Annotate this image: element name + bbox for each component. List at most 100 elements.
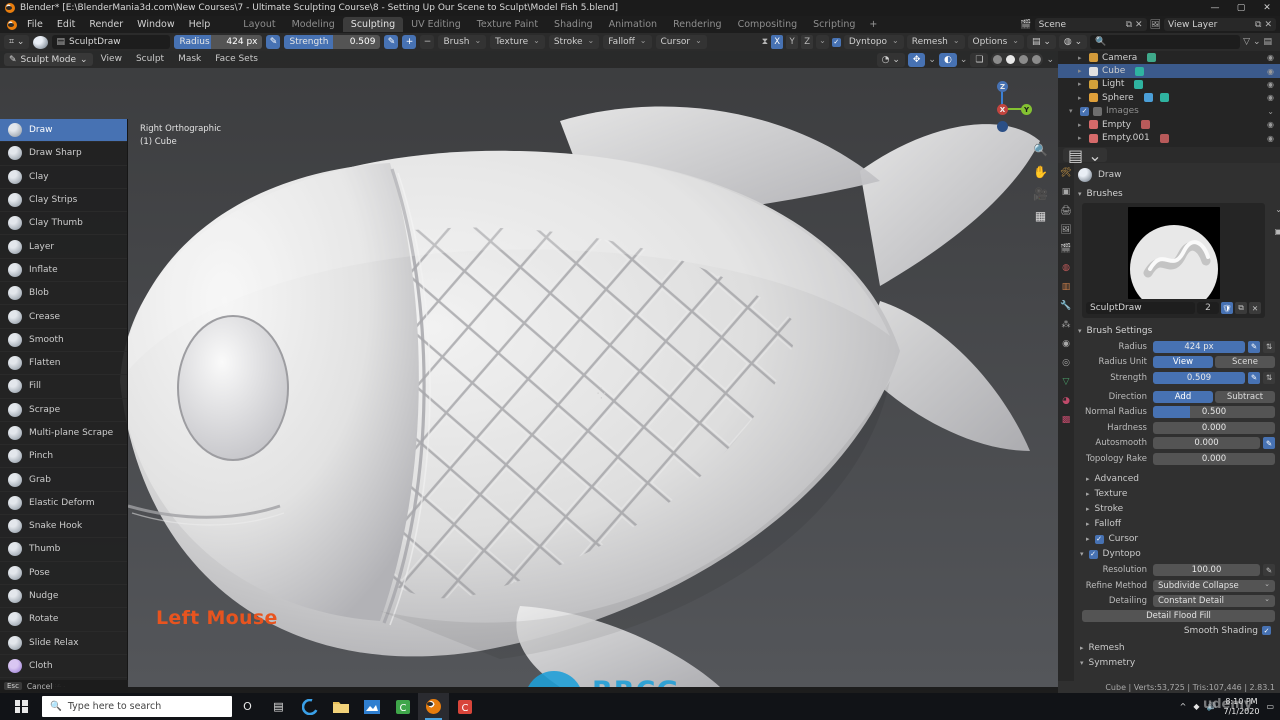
expand-arrow-icon[interactable]: ▸	[1078, 80, 1085, 88]
outliner-row-empty[interactable]: ▸ Empty ◉	[1058, 118, 1280, 131]
refine-method-dropdown[interactable]: Subdivide Collapse	[1153, 579, 1275, 592]
subpanel-advanced[interactable]: ▸ Advanced	[1078, 472, 1275, 487]
fake-user-toggle[interactable]: 🛡	[1221, 302, 1233, 314]
tool-nudge[interactable]: Nudge	[0, 585, 127, 609]
direction-add-button[interactable]: +	[402, 35, 417, 49]
gizmo-axis-x[interactable]: X	[997, 104, 1008, 115]
tool-thumb[interactable]: Thumb	[0, 538, 127, 562]
gizmo-axis-z[interactable]: Z	[997, 81, 1008, 92]
brush-preview-image-icon[interactable]: ▣	[1274, 227, 1280, 236]
pan-hand-icon[interactable]: ✋	[1033, 165, 1048, 179]
edge-icon[interactable]	[294, 693, 325, 720]
unlink-scene-icon[interactable]: ✕	[1135, 20, 1143, 30]
shading-wireframe[interactable]	[991, 53, 1004, 66]
gizmo-chevron-icon[interactable]: ⌄	[928, 55, 936, 65]
radius-unit-scene[interactable]: Scene	[1215, 356, 1275, 368]
add-workspace-button[interactable]: +	[863, 17, 883, 32]
brushes-panel-header[interactable]: ▾ Brushes	[1078, 186, 1275, 201]
viewport-menu-sculpt[interactable]: Sculpt	[130, 53, 170, 66]
tool-layer[interactable]: Layer	[0, 235, 127, 259]
visibility-eye-icon[interactable]: ◉	[1267, 67, 1274, 76]
subpanel-stroke[interactable]: ▸ Stroke	[1078, 502, 1275, 517]
properties-editor-type-selector[interactable]: ▤ ⌄	[1063, 146, 1107, 165]
radius-pressure-toggle[interactable]: ✎	[266, 35, 281, 49]
direction-subtract[interactable]: Subtract	[1215, 390, 1275, 403]
dyntopo-checkbox[interactable]: ✓	[831, 37, 841, 47]
new-collection-icon[interactable]: ▤	[1263, 37, 1272, 47]
brush-name-field[interactable]: SculptDraw	[1086, 302, 1195, 314]
symmetry-y-toggle[interactable]: Y	[786, 35, 799, 49]
shading-material[interactable]	[1017, 53, 1030, 66]
shading-rendered[interactable]	[1030, 53, 1043, 66]
subpanel-cursor[interactable]: ▸ ✓ Cursor	[1078, 532, 1275, 547]
tab-tool[interactable]: 🛠	[1060, 167, 1072, 179]
photos-icon[interactable]	[356, 693, 387, 720]
menu-file[interactable]: File	[20, 16, 50, 33]
tab-world[interactable]: ◍	[1060, 262, 1072, 274]
remesh-menu[interactable]: Remesh	[906, 35, 965, 49]
outliner-row-sphere[interactable]: ▸ Sphere ◉	[1058, 91, 1280, 104]
minimize-button[interactable]: —	[1202, 0, 1228, 16]
symmetry-panel-header[interactable]: ▾ Symmetry	[1078, 656, 1275, 671]
expand-arrow-icon[interactable]: ▾	[1069, 107, 1076, 115]
task-view-icon[interactable]: ▤	[263, 693, 294, 720]
brush-users-count[interactable]: 2	[1197, 302, 1219, 314]
tool-crease[interactable]: Crease	[0, 305, 127, 329]
tab-view-layer[interactable]: 🖼	[1060, 224, 1072, 236]
visibility-eye-icon[interactable]: ◉	[1267, 80, 1274, 89]
tool-blob[interactable]: Blob	[0, 282, 127, 306]
tool-pinch[interactable]: Pinch	[0, 445, 127, 469]
outliner-filter-id[interactable]: ◍ ⌄	[1058, 35, 1088, 49]
tool-multi-plane-scrape[interactable]: Multi-plane Scrape	[0, 422, 127, 446]
blender-menu-icon[interactable]	[4, 19, 20, 30]
cursor-menu[interactable]: Cursor	[655, 35, 707, 49]
menu-render[interactable]: Render	[82, 16, 130, 33]
expand-arrow-icon[interactable]: ▸	[1078, 54, 1085, 62]
shading-chevron-icon[interactable]: ⌄	[1046, 55, 1054, 65]
tool-grab[interactable]: Grab	[0, 468, 127, 492]
active-brush-icon[interactable]	[33, 35, 49, 49]
tab-constraints[interactable]: ◎	[1060, 357, 1072, 369]
viewport-menu-mask[interactable]: Mask	[172, 53, 207, 66]
tool-clay-strips[interactable]: Clay Strips	[0, 189, 127, 213]
tab-object[interactable]: ▥	[1060, 281, 1072, 293]
menu-window[interactable]: Window	[130, 16, 181, 33]
camera-view-icon[interactable]: 🎥	[1033, 187, 1048, 201]
tab-animation[interactable]: Animation	[601, 17, 665, 32]
outliner-search-input[interactable]: 🔍	[1090, 35, 1241, 49]
new-view-layer-icon[interactable]: ⧉	[1255, 20, 1261, 30]
interaction-mode-selector[interactable]: ✎ Sculpt Mode ⌄	[4, 53, 93, 66]
autosmooth-pressure-toggle[interactable]: ✎	[1263, 437, 1275, 449]
tab-scene[interactable]: 🎬	[1060, 243, 1072, 255]
visibility-eye-icon[interactable]: ◉	[1267, 134, 1274, 143]
options-menu[interactable]: Options	[967, 35, 1024, 49]
properties-editor[interactable]: 🛠 ▣ 🖨 🖼 🎬 ◍ ▥ 🔧 ⁂ ◉ ◎ ▽ ◕ ▩ Draw ▾ Brush…	[1058, 163, 1280, 687]
strength-slider[interactable]: Strength 0.509	[284, 35, 381, 49]
overlays-chevron-icon[interactable]: ⌄	[960, 55, 968, 65]
brush-preview-expand-icon[interactable]: ⌄	[1275, 205, 1280, 214]
radius-slider[interactable]: Radius 424 px	[174, 35, 263, 49]
duplicate-brush-button[interactable]: ⧉	[1235, 302, 1247, 314]
collection-checkbox[interactable]: ✓	[1080, 106, 1089, 116]
outliner-row-images[interactable]: ▾ ✓ Images ⌄	[1058, 105, 1280, 118]
tool-inflate[interactable]: Inflate	[0, 259, 127, 283]
tool-smooth[interactable]: Smooth	[0, 329, 127, 352]
new-scene-icon[interactable]: ⧉	[1126, 20, 1132, 30]
expand-arrow-icon[interactable]: ▸	[1078, 134, 1085, 142]
tab-modifiers[interactable]: 🔧	[1060, 300, 1072, 312]
symmetry-z-toggle[interactable]: Z	[801, 35, 814, 49]
outliner-row-camera[interactable]: ▸ Camera ◉	[1058, 51, 1280, 64]
strength-unified-toggle[interactable]: ⇅	[1263, 371, 1275, 384]
autosmooth-slider[interactable]: 0.000	[1153, 437, 1260, 449]
outliner-row-light[interactable]: ▸ Light ◉	[1058, 78, 1280, 91]
visibility-eye-icon[interactable]: ◉	[1267, 120, 1274, 129]
gizmo-axis-neg-z[interactable]	[997, 121, 1008, 132]
tab-physics[interactable]: ◉	[1060, 338, 1072, 350]
visibility-eye-icon[interactable]: ◉	[1267, 53, 1274, 62]
tab-render[interactable]: ▣	[1060, 186, 1072, 198]
menu-edit[interactable]: Edit	[50, 16, 82, 33]
tab-texture[interactable]: ▩	[1060, 414, 1072, 426]
smooth-shading-checkbox[interactable]: ✓	[1262, 626, 1271, 635]
direction-subtract-button[interactable]: −	[420, 35, 435, 49]
view-layer-selector[interactable]: View Layer ⧉ ✕	[1164, 18, 1276, 31]
